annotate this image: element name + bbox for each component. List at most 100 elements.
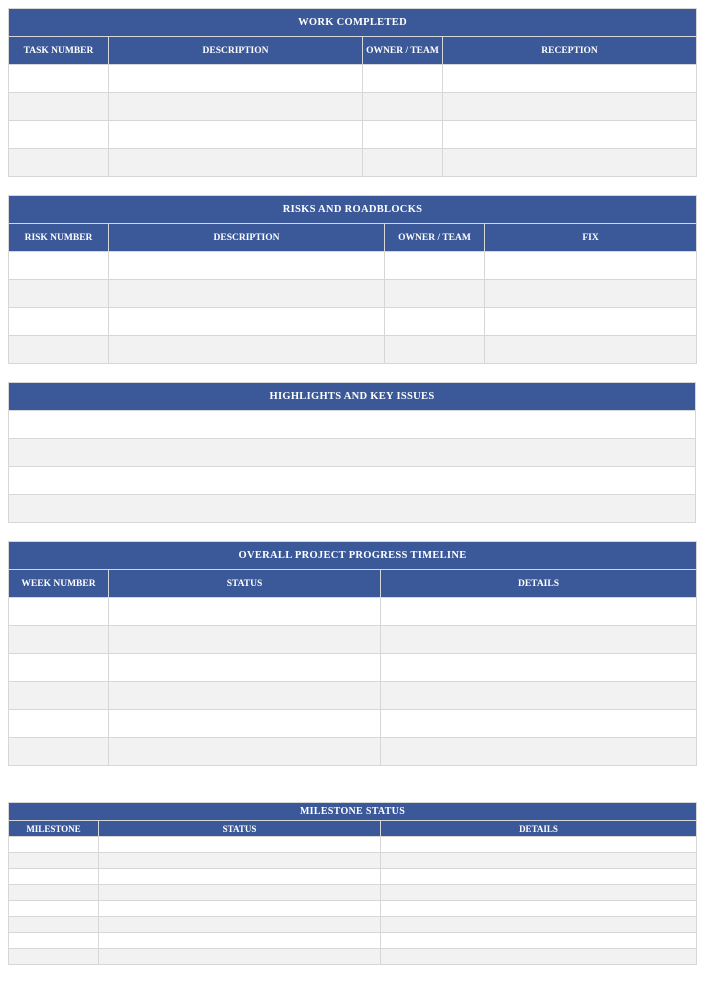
- col-header: OWNER / TEAM: [385, 224, 485, 252]
- cell[interactable]: [109, 252, 385, 280]
- cell[interactable]: [381, 682, 697, 710]
- cell[interactable]: [99, 917, 381, 933]
- cell[interactable]: [363, 121, 443, 149]
- col-header: STATUS: [99, 821, 381, 837]
- cell[interactable]: [363, 149, 443, 177]
- section-title: WORK COMPLETED: [9, 9, 697, 37]
- col-header: MILESTONE: [9, 821, 99, 837]
- cell[interactable]: [443, 149, 697, 177]
- cell[interactable]: [99, 901, 381, 917]
- risks-section: RISKS AND ROADBLOCKS RISK NUMBER DESCRIP…: [8, 195, 696, 364]
- cell[interactable]: [109, 308, 385, 336]
- cell[interactable]: [385, 280, 485, 308]
- cell[interactable]: [381, 949, 697, 965]
- cell[interactable]: [99, 853, 381, 869]
- cell[interactable]: [109, 710, 381, 738]
- cell[interactable]: [109, 93, 363, 121]
- cell[interactable]: [381, 626, 697, 654]
- cell[interactable]: [363, 93, 443, 121]
- col-header: STATUS: [109, 570, 381, 598]
- cell[interactable]: [381, 710, 697, 738]
- cell[interactable]: [9, 901, 99, 917]
- cell[interactable]: [381, 738, 697, 766]
- cell[interactable]: [9, 93, 109, 121]
- cell[interactable]: [109, 682, 381, 710]
- cell[interactable]: [381, 869, 697, 885]
- cell[interactable]: [99, 885, 381, 901]
- cell[interactable]: [9, 626, 109, 654]
- cell[interactable]: [9, 869, 99, 885]
- cell[interactable]: [9, 598, 109, 626]
- cell[interactable]: [381, 933, 697, 949]
- cell[interactable]: [381, 917, 697, 933]
- col-header: OWNER / TEAM: [363, 37, 443, 65]
- cell[interactable]: [9, 853, 99, 869]
- cell[interactable]: [109, 336, 385, 364]
- col-header: FIX: [485, 224, 697, 252]
- cell[interactable]: [443, 121, 697, 149]
- cell[interactable]: [9, 252, 109, 280]
- cell[interactable]: [443, 93, 697, 121]
- cell[interactable]: [381, 885, 697, 901]
- risks-table: RISKS AND ROADBLOCKS RISK NUMBER DESCRIP…: [8, 195, 697, 364]
- cell[interactable]: [109, 738, 381, 766]
- cell[interactable]: [9, 654, 109, 682]
- cell[interactable]: [9, 411, 696, 439]
- cell[interactable]: [485, 336, 697, 364]
- cell[interactable]: [109, 149, 363, 177]
- milestone-section: MILESTONE STATUS MILESTONE STATUS DETAIL…: [8, 802, 696, 965]
- cell[interactable]: [381, 654, 697, 682]
- highlights-section: HIGHLIGHTS AND KEY ISSUES: [8, 382, 696, 523]
- milestone-table: MILESTONE STATUS MILESTONE STATUS DETAIL…: [8, 802, 697, 965]
- col-header: DETAILS: [381, 570, 697, 598]
- cell[interactable]: [9, 710, 109, 738]
- cell[interactable]: [99, 837, 381, 853]
- cell[interactable]: [109, 121, 363, 149]
- cell[interactable]: [9, 336, 109, 364]
- cell[interactable]: [109, 654, 381, 682]
- highlights-table: HIGHLIGHTS AND KEY ISSUES: [8, 382, 696, 523]
- cell[interactable]: [443, 65, 697, 93]
- cell[interactable]: [9, 467, 696, 495]
- cell[interactable]: [99, 949, 381, 965]
- cell[interactable]: [381, 901, 697, 917]
- col-header: TASK NUMBER: [9, 37, 109, 65]
- cell[interactable]: [385, 308, 485, 336]
- col-header: WEEK NUMBER: [9, 570, 109, 598]
- cell[interactable]: [9, 738, 109, 766]
- cell[interactable]: [99, 869, 381, 885]
- cell[interactable]: [9, 149, 109, 177]
- cell[interactable]: [9, 65, 109, 93]
- cell[interactable]: [9, 837, 99, 853]
- cell[interactable]: [109, 65, 363, 93]
- cell[interactable]: [363, 65, 443, 93]
- cell[interactable]: [485, 252, 697, 280]
- cell[interactable]: [381, 853, 697, 869]
- col-header: RISK NUMBER: [9, 224, 109, 252]
- cell[interactable]: [109, 280, 385, 308]
- cell[interactable]: [109, 626, 381, 654]
- cell[interactable]: [385, 252, 485, 280]
- cell[interactable]: [9, 495, 696, 523]
- col-header: DESCRIPTION: [109, 37, 363, 65]
- work-completed-section: WORK COMPLETED TASK NUMBER DESCRIPTION O…: [8, 8, 696, 177]
- cell[interactable]: [99, 933, 381, 949]
- cell[interactable]: [9, 933, 99, 949]
- timeline-table: OVERALL PROJECT PROGRESS TIMELINE WEEK N…: [8, 541, 697, 766]
- cell[interactable]: [9, 308, 109, 336]
- cell[interactable]: [9, 917, 99, 933]
- cell[interactable]: [381, 837, 697, 853]
- cell[interactable]: [9, 121, 109, 149]
- cell[interactable]: [9, 439, 696, 467]
- cell[interactable]: [385, 336, 485, 364]
- cell[interactable]: [9, 280, 109, 308]
- col-header: DESCRIPTION: [109, 224, 385, 252]
- cell[interactable]: [9, 885, 99, 901]
- cell[interactable]: [9, 949, 99, 965]
- cell[interactable]: [381, 598, 697, 626]
- cell[interactable]: [9, 682, 109, 710]
- section-title: OVERALL PROJECT PROGRESS TIMELINE: [9, 542, 697, 570]
- cell[interactable]: [109, 598, 381, 626]
- cell[interactable]: [485, 280, 697, 308]
- cell[interactable]: [485, 308, 697, 336]
